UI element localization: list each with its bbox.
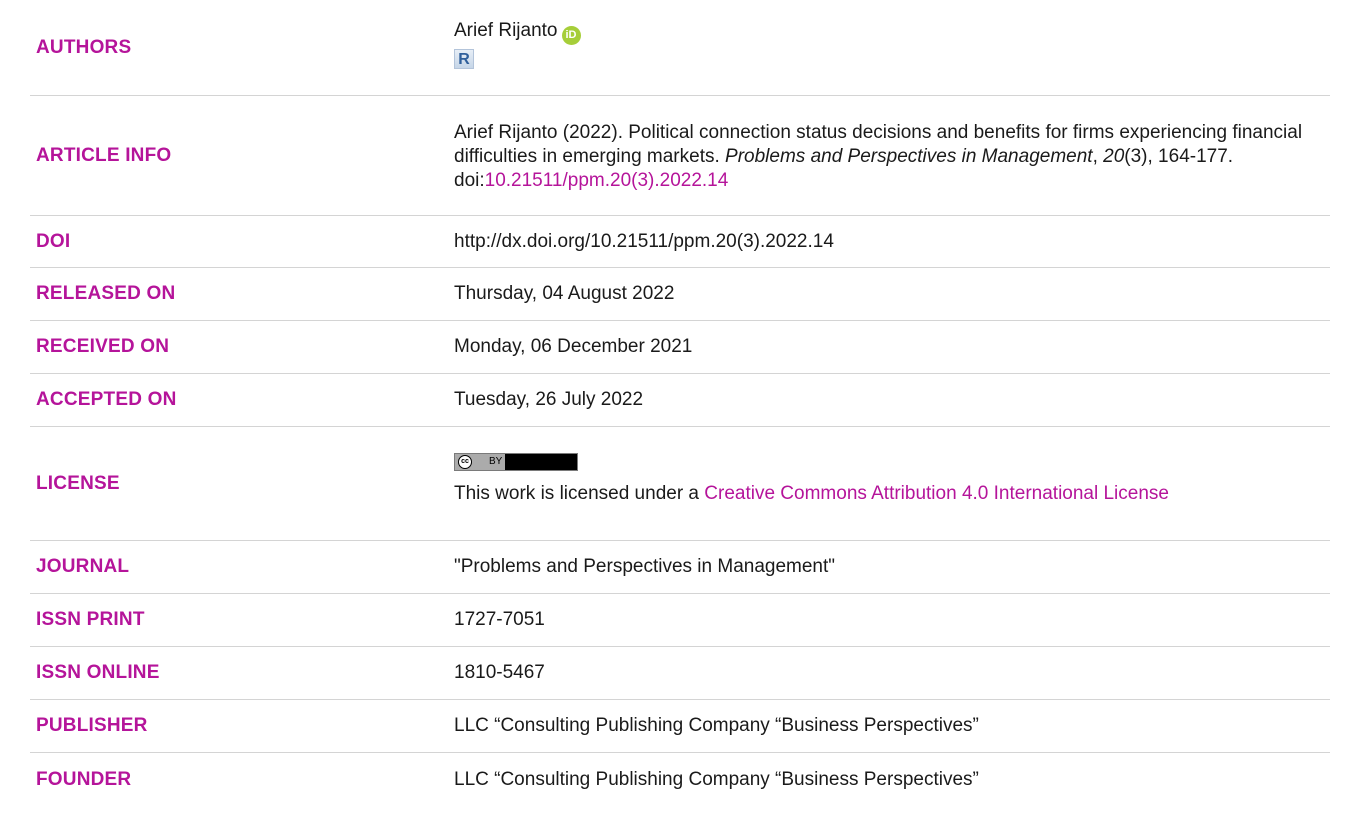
cc-circle-icon: cc <box>458 455 472 469</box>
publisher-value: LLC “Consulting Publishing Company “Busi… <box>454 715 979 736</box>
cc-by-license-badge-icon[interactable]: cc BY <box>454 453 578 471</box>
row-released-on: RELEASED ON Thursday, 04 August 2022 <box>30 268 1330 321</box>
row-authors: AUTHORS Arief Rijanto iD R <box>30 0 1330 96</box>
founder-value: LLC “Consulting Publishing Company “Busi… <box>454 768 979 790</box>
authors-value: Arief Rijanto iD R <box>454 20 1330 71</box>
license-value: cc BY This work is licensed under a Crea… <box>454 453 1330 506</box>
doi-value: http://dx.doi.org/10.21511/ppm.20(3).202… <box>454 230 834 252</box>
row-accepted-on: ACCEPTED ON Tuesday, 26 July 2022 <box>30 374 1330 427</box>
row-publisher: PUBLISHER LLC “Consulting Publishing Com… <box>30 700 1330 753</box>
issn-print-label: ISSN PRINT <box>36 609 145 630</box>
issn-online-label: ISSN ONLINE <box>36 662 160 683</box>
accepted-on-value: Tuesday, 26 July 2022 <box>454 389 644 410</box>
author-name[interactable]: Arief Rijanto <box>454 20 558 41</box>
authors-label: AUTHORS <box>36 36 132 58</box>
cc-by-label: BY <box>489 456 503 467</box>
row-issn-online: ISSN ONLINE 1810-5467 <box>30 647 1330 700</box>
founder-label: FOUNDER <box>36 768 132 790</box>
issn-online-value: 1810-5467 <box>454 662 545 683</box>
citation-volume: 20 <box>1103 146 1125 167</box>
article-citation: Arief Rijanto (2022). Political connecti… <box>454 118 1330 193</box>
row-founder: FOUNDER LLC “Consulting Publishing Compa… <box>30 753 1330 806</box>
issn-print-value: 1727-7051 <box>454 609 545 630</box>
journal-label: JOURNAL <box>36 556 130 577</box>
article-metadata-table: AUTHORS Arief Rijanto iD R ARTICLE INFO A… <box>30 0 1330 806</box>
doi-label: DOI <box>36 230 71 252</box>
row-article-info: ARTICLE INFO Arief Rijanto (2022). Polit… <box>30 96 1330 216</box>
researcherid-icon[interactable]: R <box>454 48 474 69</box>
row-doi: DOI http://dx.doi.org/10.21511/ppm.20(3)… <box>30 216 1330 268</box>
article-info-label: ARTICLE INFO <box>36 144 172 166</box>
received-on-label: RECEIVED ON <box>36 336 170 357</box>
license-label: LICENSE <box>36 472 120 494</box>
citation-journal: Problems and Perspectives in Management <box>725 146 1093 167</box>
row-received-on: RECEIVED ON Monday, 06 December 2021 <box>30 321 1330 374</box>
license-text: This work is licensed under a <box>454 483 705 504</box>
license-link[interactable]: Creative Commons Attribution 4.0 Interna… <box>704 483 1169 504</box>
row-journal: JOURNAL "Problems and Perspectives in Ma… <box>30 541 1330 594</box>
publisher-label: PUBLISHER <box>36 715 148 736</box>
citation-separator: , <box>1092 146 1104 167</box>
row-license: LICENSE cc BY This work is licensed unde… <box>30 427 1330 541</box>
citation-doi-link[interactable]: 10.21511/ppm.20(3).2022.14 <box>485 170 729 191</box>
orcid-icon[interactable]: iD <box>561 25 581 45</box>
received-on-value: Monday, 06 December 2021 <box>454 336 693 357</box>
row-issn-print: ISSN PRINT 1727-7051 <box>30 594 1330 647</box>
journal-value: "Problems and Perspectives in Management… <box>454 556 836 577</box>
released-on-value: Thursday, 04 August 2022 <box>454 283 675 304</box>
accepted-on-label: ACCEPTED ON <box>36 389 177 410</box>
released-on-label: RELEASED ON <box>36 283 176 304</box>
